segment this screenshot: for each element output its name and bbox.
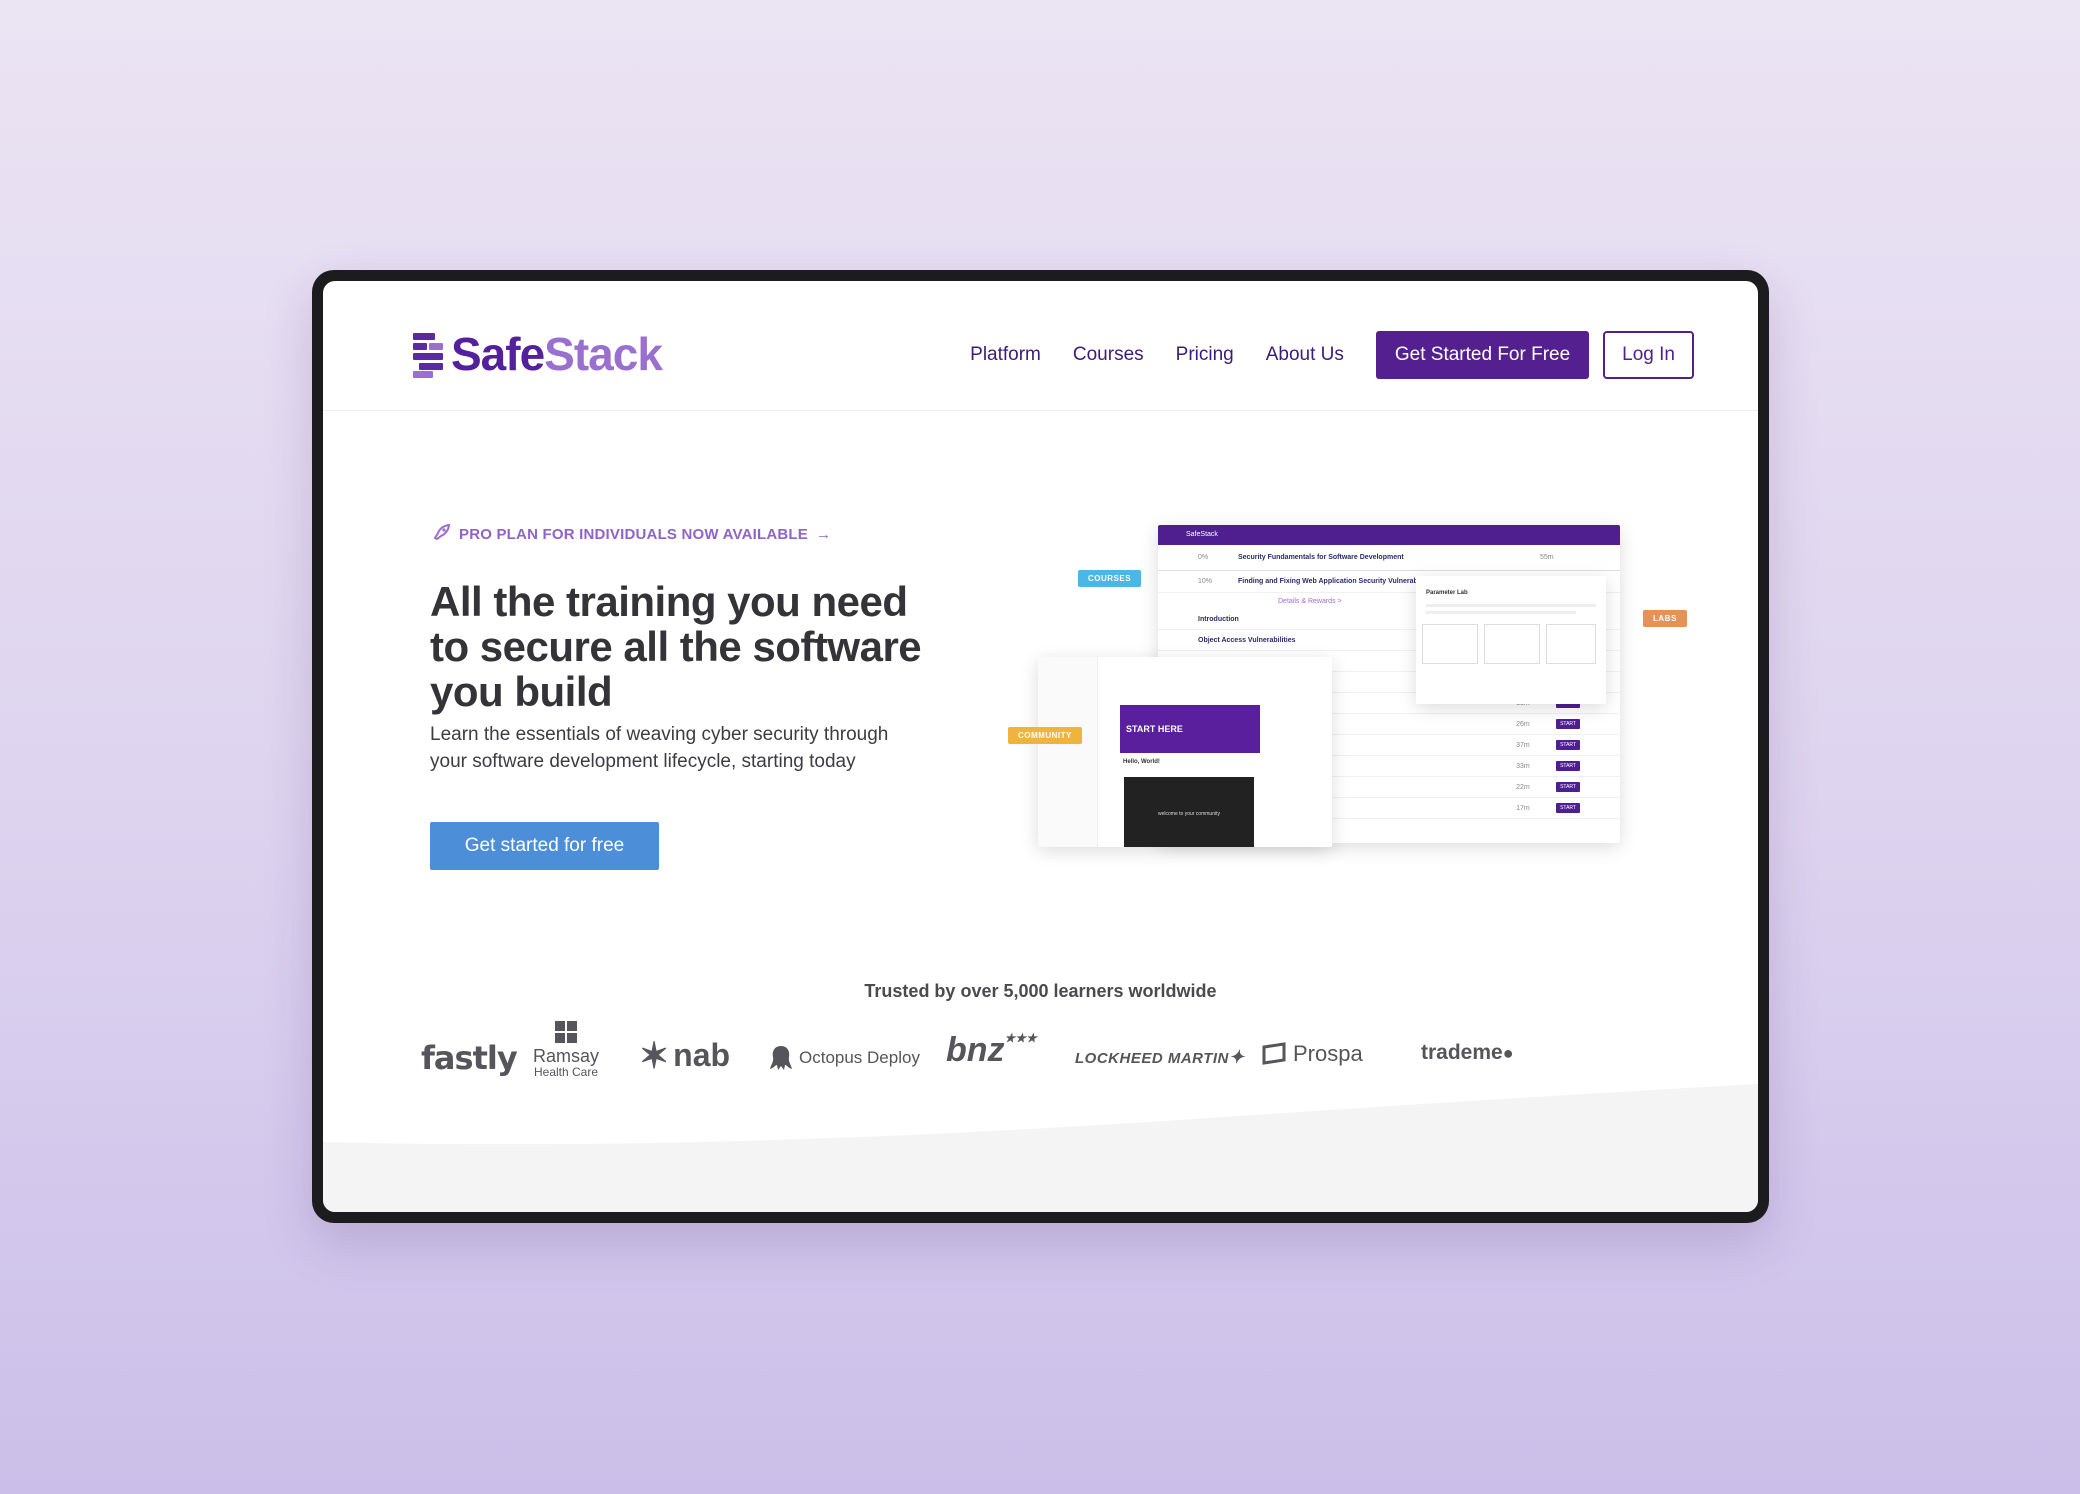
nav-pricing[interactable]: Pricing (1176, 344, 1234, 366)
nab-star-icon: ✶ (639, 1034, 670, 1076)
bnz-stars-icon: ★★★ (1004, 1031, 1037, 1045)
browser-screen: SafeStack Platform Courses Pricing About… (323, 281, 1758, 1212)
rocket-icon (433, 523, 451, 545)
courses-tag: COURSES (1078, 570, 1142, 587)
nav-courses[interactable]: Courses (1073, 344, 1144, 366)
welcome-video[interactable]: welcome to your community (1124, 777, 1254, 847)
login-button[interactable]: Log In (1603, 331, 1694, 379)
lab-step-card (1546, 624, 1596, 664)
course-progress: 0% (1198, 554, 1209, 561)
nab-logo: ✶ nab (639, 1037, 730, 1074)
lab-title: Parameter Lab (1426, 590, 1468, 596)
device-frame: SafeStack Platform Courses Pricing About… (312, 270, 1769, 1223)
labs-tag: LABS (1643, 610, 1687, 627)
lesson-duration: 33m (1516, 762, 1530, 770)
trademe-logo: trademe● (1421, 1041, 1514, 1065)
pro-plan-announcement[interactable]: PRO PLAN FOR INDIVIDUALS NOW AVAILABLE → (433, 523, 832, 545)
octopus-deploy-logo: Octopus Deploy (769, 1045, 920, 1071)
get-started-nav-button[interactable]: Get Started For Free (1375, 331, 1590, 379)
nav-about-us[interactable]: About Us (1266, 344, 1344, 366)
octopus-icon (770, 1046, 792, 1070)
course-duration: 55m (1540, 554, 1554, 561)
community-sidebar (1038, 657, 1098, 847)
courses-window-header: SafeStack (1158, 525, 1620, 545)
site-header: SafeStack Platform Courses Pricing About… (323, 281, 1758, 411)
course-row: 0% Security Fundamentals for Software De… (1158, 545, 1620, 571)
course-title: Security Fundamentals for Software Devel… (1238, 554, 1404, 561)
community-greeting: Hello, World! (1123, 759, 1160, 765)
bnz-text: bnz (946, 1031, 1005, 1069)
bnz-logo: bnz★★★ (946, 1031, 1037, 1070)
hero-headline: All the training you need to secure all … (430, 578, 922, 715)
course-progress: 10% (1198, 578, 1213, 585)
main-nav: Platform Courses Pricing About Us Get St… (970, 331, 1694, 379)
community-window: START HERE Hello, World! welcome to your… (1038, 657, 1332, 847)
stacked-bars-logo-icon (413, 331, 443, 378)
product-mockup: SafeStack 0% Security Fundamentals for S… (1003, 521, 1713, 881)
lockheed-text: LOCKHEED MARTIN (1075, 1050, 1229, 1067)
hero-subheadline: Learn the essentials of weaving cyber se… (430, 724, 889, 772)
trademe-text: trademe (1421, 1041, 1503, 1064)
safestack-logo[interactable]: SafeStack (413, 328, 663, 380)
lab-text-line (1426, 611, 1576, 614)
lab-window: Parameter Lab (1416, 576, 1606, 704)
lab-steps (1422, 624, 1600, 664)
lesson-duration: 37m (1516, 741, 1530, 749)
lesson-start-button[interactable]: START (1556, 803, 1580, 813)
ramsay-name: Ramsay (533, 1046, 600, 1066)
arrow-right-icon: → (815, 526, 832, 543)
prospa-logo: Prospa (1261, 1041, 1363, 1067)
ramsay-logo: Ramsay Health Care (533, 1021, 599, 1079)
member-list (1266, 681, 1326, 771)
lesson-duration: 22m (1516, 783, 1530, 791)
lesson-start-button[interactable]: START (1556, 782, 1580, 792)
start-here-banner: START HERE (1120, 705, 1260, 753)
fastly-logo: fastly (421, 1039, 518, 1077)
customer-logos: fastly Ramsay Health Care ✶ nab Octopus … (421, 1019, 1581, 1089)
logo-text-stack: Stack (544, 328, 663, 380)
ramsay-sub: Health Care (533, 1065, 599, 1079)
nav-platform[interactable]: Platform (970, 344, 1041, 366)
lesson-duration: 26m (1516, 720, 1530, 728)
announcement-text: PRO PLAN FOR INDIVIDUALS NOW AVAILABLE (459, 526, 808, 543)
lab-step-card (1484, 624, 1540, 664)
logo-wordmark: SafeStack (451, 328, 663, 380)
lesson-start-button[interactable]: START (1556, 719, 1580, 729)
get-started-free-button[interactable]: Get started for free (430, 822, 659, 870)
logo-text-safe: Safe (451, 328, 545, 380)
section-wave-divider (323, 1084, 1758, 1212)
lockheed-star-icon: ✦ (1228, 1047, 1245, 1067)
community-tag: COMMUNITY (1008, 727, 1082, 744)
lesson-start-button[interactable]: START (1556, 740, 1580, 750)
trusted-by-text: Trusted by over 5,000 learners worldwide (864, 981, 1217, 1001)
ramsay-icon (555, 1021, 577, 1043)
prospa-icon (1262, 1042, 1286, 1065)
lesson-start-button[interactable]: START (1556, 761, 1580, 771)
lesson-duration: 17m (1516, 804, 1530, 812)
lab-step-card (1422, 624, 1478, 664)
lab-text-line (1426, 604, 1596, 607)
lockheed-martin-logo: LOCKHEED MARTIN✦ (1075, 1047, 1244, 1068)
prospa-text: Prospa (1293, 1041, 1363, 1066)
octopus-text: Octopus Deploy (799, 1048, 920, 1067)
nab-text: nab (673, 1037, 731, 1073)
kiwi-icon: ● (1502, 1043, 1514, 1063)
